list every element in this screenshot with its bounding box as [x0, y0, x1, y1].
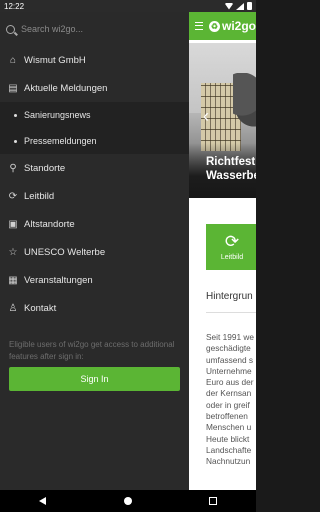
body-line: umfassend s [206, 354, 254, 365]
nav-item-label: Standorte [24, 162, 66, 174]
sub-item-pressemeldungen[interactable]: Pressemeldungen [0, 128, 189, 154]
body-line: Menschen u [206, 422, 252, 433]
logo-icon: ♻ [208, 20, 220, 32]
search-row [0, 12, 189, 46]
body-line: der Kernsan [206, 388, 252, 399]
nav-item-leitbild[interactable]: ⟳ Leitbild [0, 182, 189, 210]
status-icons [225, 2, 252, 10]
hero-caption-line2: Wasserbe [206, 170, 256, 182]
nav-item-label: UNESCO Welterbe [24, 246, 106, 258]
search-box[interactable] [6, 18, 183, 40]
body-line: Landschafte [206, 444, 252, 455]
body-text: Seit 1991 we geschädigte umfassend s Untern… [206, 332, 254, 468]
bullet-icon [14, 139, 17, 143]
star-icon: ☆ [8, 246, 18, 258]
body-line: Heute blickt [206, 433, 250, 444]
signin-note: Eligible users of wi2go get access to ad… [9, 340, 175, 361]
logo-text: wi2go [221, 19, 256, 33]
recents-icon [209, 497, 218, 505]
nav-item-veranstaltungen[interactable]: ▦ Veranstaltungen [0, 266, 189, 294]
hero-carousel[interactable]: ‹ Richtfest Wasserbe [189, 43, 256, 198]
status-bar: 12:22 [0, 0, 256, 12]
refresh-icon: ⟳ [224, 232, 240, 251]
submenu: Sanierungsnews Pressemeldungen [0, 102, 189, 154]
sign-in-button[interactable]: Sign In [9, 367, 180, 391]
search-input[interactable] [21, 24, 171, 34]
nav-item-label: Kontakt [24, 302, 57, 314]
back-icon [39, 497, 47, 505]
battery-icon [247, 2, 252, 10]
section-title: Hintergrun [206, 291, 253, 302]
body-line: Seit 1991 we [206, 332, 254, 342]
hero-trees [233, 73, 256, 143]
nav-item-kontakt[interactable]: ♙ Kontakt [0, 294, 189, 322]
search-icon [6, 24, 15, 34]
body-line: Unternehme [206, 365, 252, 376]
tile-label: Leitbild [220, 254, 244, 261]
newspaper-icon: ▤ [8, 82, 18, 94]
sub-item-sanierungsnews[interactable]: Sanierungsnews [0, 102, 189, 128]
home-button[interactable] [85, 497, 170, 505]
body-line: oder in greif [206, 399, 250, 410]
sub-item-label: Sanierungsnews [24, 110, 91, 120]
body-line: betroffenen [206, 411, 248, 422]
house-icon: ⌂ [9, 54, 17, 66]
nav-item-aktuelle-meldungen[interactable]: ▤ Aktuelle Meldungen [0, 74, 189, 102]
nav-item-label: Wismut GmbH [24, 54, 86, 66]
nav-item-label: Veranstaltungen [24, 274, 93, 286]
map-pin-icon: ⚲ [9, 162, 17, 174]
nav-item-unesco[interactable]: ☆ UNESCO Welterbe [0, 238, 189, 266]
app-logo: ♻ wi2go [208, 19, 256, 33]
back-button[interactable] [0, 497, 85, 505]
nav-item-label: Altstandorte [24, 218, 75, 230]
app-header: ♻ wi2go [189, 12, 256, 40]
nav-item-standorte[interactable]: ⚲ Standorte [0, 154, 189, 182]
refresh-icon: ⟳ [8, 190, 18, 202]
recents-button[interactable] [171, 497, 256, 505]
bullet-icon [14, 113, 17, 117]
wifi-icon [225, 2, 233, 10]
nav-item-altstandorte[interactable]: ▣ Altstandorte [0, 210, 189, 238]
body-line: Nachnutzun [206, 456, 251, 467]
body-line: Euro aus der [206, 377, 254, 388]
image-icon: ▣ [8, 218, 18, 230]
hero-caption: Richtfest Wasserbe [206, 155, 256, 183]
nav-item-label: Aktuelle Meldungen [24, 82, 108, 94]
status-time: 12:22 [4, 1, 25, 11]
background-app: ♻ wi2go ‹ Richtfest Wasserbe ⟳ Leitbild … [189, 12, 256, 490]
body-line: geschädigte [206, 343, 251, 354]
screen: 12:22 ♻ wi2go ‹ Richtfest Wasserbe ⟳ Lei… [0, 0, 256, 512]
person-icon: ♙ [8, 302, 18, 314]
signal-icon [236, 2, 244, 10]
leitbild-tile[interactable]: ⟳ Leitbild [206, 224, 256, 270]
nav-item-wismut[interactable]: ⌂ Wismut GmbH [0, 46, 189, 74]
navigation-drawer: ⌂ Wismut GmbH ▤ Aktuelle Meldungen Sanie… [0, 12, 189, 490]
sub-item-label: Pressemeldungen [24, 136, 97, 146]
hero-caption-line1: Richtfest [206, 156, 256, 168]
nav-item-label: Leitbild [24, 190, 55, 202]
section-divider [206, 312, 256, 313]
system-nav-bar [0, 490, 256, 512]
menu-icon[interactable] [195, 22, 203, 30]
calendar-icon: ▦ [8, 274, 18, 286]
home-icon [123, 497, 132, 505]
carousel-prev-icon[interactable]: ‹ [203, 107, 209, 125]
